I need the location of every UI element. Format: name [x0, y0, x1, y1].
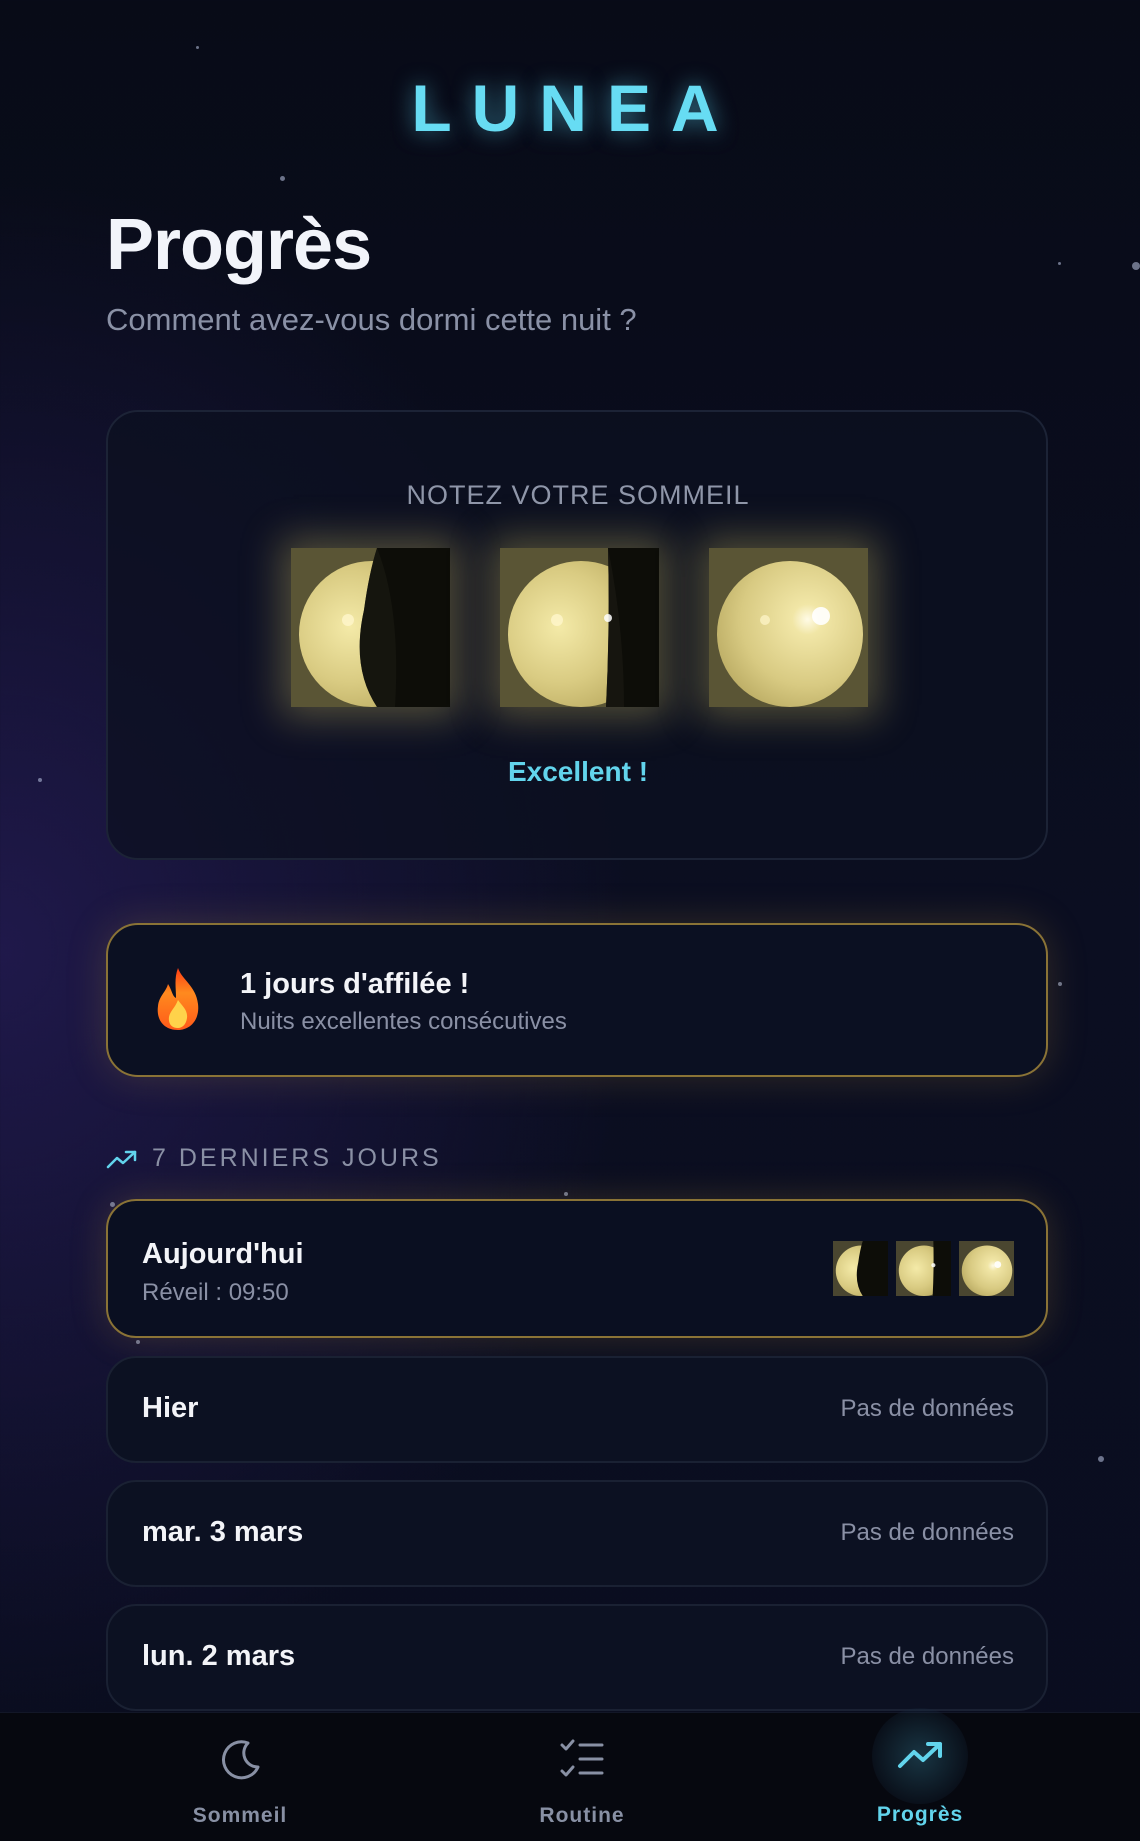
day-row-today[interactable]: Aujourd'hui Réveil : 09:50 — [106, 1199, 1048, 1338]
half-moon-icon — [896, 1241, 951, 1296]
app-logo: LUNEA — [411, 71, 739, 145]
day-name: mar. 3 mars — [142, 1516, 304, 1548]
no-data-label: Pas de données — [840, 1519, 1014, 1546]
star — [1058, 982, 1062, 986]
day-name: lun. 2 mars — [142, 1640, 296, 1672]
streak-title: 1 jours d'affilée ! — [240, 968, 470, 1000]
trending-up-icon — [106, 1150, 137, 1168]
nav-label: Sommeil — [192, 1804, 288, 1827]
day-rating — [833, 1241, 1014, 1296]
half-moon-icon[interactable] — [500, 548, 659, 707]
day-name: Hier — [142, 1392, 199, 1424]
star — [196, 46, 199, 49]
nav-item-routine[interactable]: Routine — [482, 1713, 682, 1841]
full-moon-icon — [959, 1241, 1014, 1296]
page-subtitle: Comment avez-vous dormi cette nuit ? — [106, 302, 637, 337]
nav-item-sommeil[interactable]: Sommeil — [140, 1713, 340, 1841]
rating-options — [291, 548, 868, 707]
star — [280, 176, 285, 181]
star — [1058, 262, 1061, 265]
day-row[interactable]: lun. 2 mars Pas de données — [106, 1604, 1048, 1711]
trending-up-icon — [898, 1742, 942, 1768]
star — [1132, 262, 1140, 270]
streak-subtitle: Nuits excellentes consécutives — [240, 1008, 567, 1035]
day-row[interactable]: mar. 3 mars Pas de données — [106, 1480, 1048, 1587]
wake-time: Réveil : 09:50 — [142, 1279, 289, 1306]
star — [110, 1202, 115, 1207]
rating-label: NOTEZ VOTRE SOMMEIL — [406, 480, 750, 510]
no-data-label: Pas de données — [840, 1395, 1014, 1422]
nav-label: Progrès — [876, 1803, 964, 1826]
flame-icon — [157, 968, 199, 1030]
star — [564, 1192, 568, 1196]
page-title: Progrès — [106, 205, 372, 285]
rating-result: Excellent ! — [507, 756, 649, 787]
day-row[interactable]: Hier Pas de données — [106, 1356, 1048, 1463]
waning-moon-icon[interactable] — [291, 548, 450, 707]
moon-icon — [222, 1740, 260, 1780]
no-data-label: Pas de données — [840, 1643, 1014, 1670]
history-header: 7 DERNIERS JOURS — [106, 1144, 442, 1173]
star — [1098, 1456, 1104, 1462]
nav-label: Routine — [539, 1804, 625, 1827]
nav-item-progres[interactable]: Progrès — [820, 1712, 1020, 1840]
day-name: Aujourd'hui — [142, 1238, 304, 1270]
history-title: 7 DERNIERS JOURS — [152, 1144, 442, 1172]
full-moon-icon[interactable] — [709, 548, 868, 707]
star — [136, 1340, 140, 1344]
waning-moon-icon — [833, 1241, 888, 1296]
checklist-icon — [560, 1739, 604, 1777]
